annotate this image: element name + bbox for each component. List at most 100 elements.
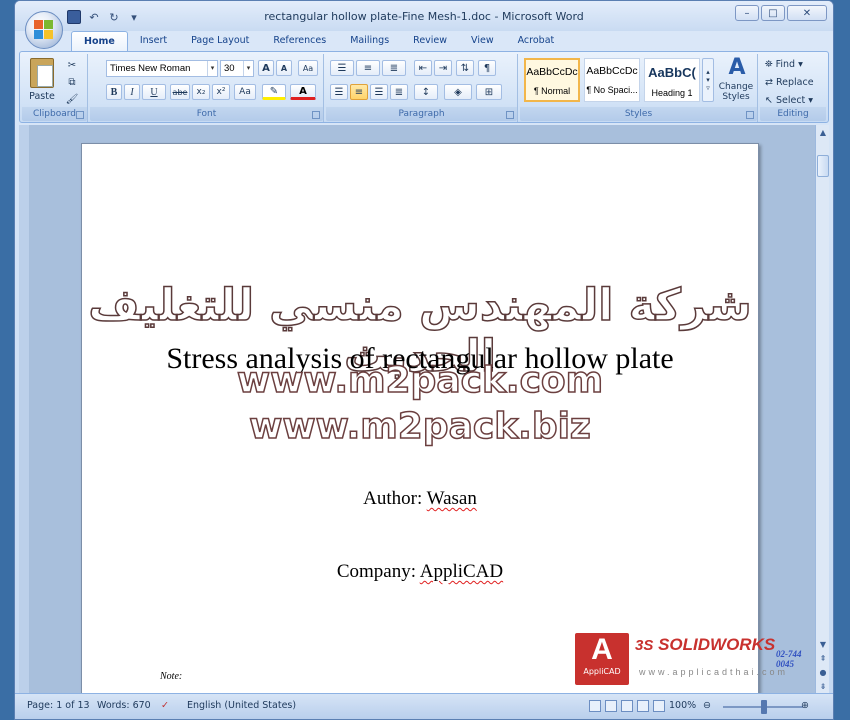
full-screen-reading-icon[interactable] [605, 700, 617, 712]
italic-button[interactable]: I [124, 84, 140, 100]
zoom-knob[interactable] [761, 700, 767, 714]
font-launcher-icon[interactable] [312, 111, 320, 119]
tab-acrobat[interactable]: Acrobat [506, 31, 567, 51]
styles-launcher-icon[interactable] [746, 111, 754, 119]
previous-page-icon[interactable]: ⇞ [816, 651, 830, 665]
tab-review[interactable]: Review [401, 31, 459, 51]
change-styles-icon[interactable]: A [718, 55, 756, 80]
paste-icon[interactable] [30, 58, 54, 88]
shading-icon[interactable]: ◈ [444, 84, 472, 100]
draft-icon[interactable] [653, 700, 665, 712]
tab-view[interactable]: View [459, 31, 506, 51]
line-spacing-icon[interactable]: ↕ [414, 84, 438, 100]
grow-font-button[interactable]: A [258, 60, 274, 76]
sort-icon[interactable]: ⇅ [456, 60, 474, 76]
chevron-down-icon[interactable]: ▾ [207, 61, 217, 76]
scroll-down-icon[interactable]: ▼ [816, 637, 830, 651]
replace-button[interactable]: ⇄ Replace [764, 74, 822, 90]
font-name-value: Times New Roman [110, 63, 191, 74]
shrink-font-button[interactable]: A [276, 60, 292, 76]
copy-icon[interactable]: ⧉ [64, 74, 80, 90]
change-case-button[interactable]: Aa [234, 84, 256, 100]
tab-page-layout[interactable]: Page Layout [179, 31, 261, 51]
logo-url: www.applicadthai.com [639, 667, 789, 677]
proofing-icon[interactable]: ✓ [161, 700, 169, 711]
numbering-icon[interactable]: ≡ [356, 60, 380, 76]
cursor-icon: ↖ [765, 94, 773, 106]
chevron-down-icon[interactable]: ▾ [243, 61, 253, 76]
zoom-level[interactable]: 100% [669, 700, 696, 711]
window-title: rectangular hollow plate-Fine Mesh-1.doc… [264, 10, 584, 23]
minimize-button[interactable]: – [735, 5, 759, 21]
style-sample: AaBbCcDc [586, 65, 638, 77]
superscript-button[interactable]: x² [212, 84, 230, 100]
word-window: ↶ ↻ ▾ rectangular hollow plate-Fine Mesh… [14, 0, 834, 720]
document-area: شركة المهندس منسي للتغليف الحديث Stress … [19, 125, 817, 703]
author-name: Wasan [426, 488, 477, 509]
increase-indent-icon[interactable]: ⇥ [434, 60, 452, 76]
font-color-icon[interactable]: A [290, 84, 316, 100]
paste-button[interactable]: Paste [24, 88, 60, 104]
font-size-field[interactable]: 30 ▾ [220, 60, 254, 77]
scroll-up-icon[interactable]: ▲ [816, 125, 830, 139]
align-center-icon[interactable]: ≡ [350, 84, 368, 100]
show-marks-button[interactable]: ¶ [478, 60, 496, 76]
highlight-icon[interactable]: ✎ [262, 84, 286, 100]
select-button[interactable]: ↖ Select ▾ [764, 92, 822, 108]
word-count[interactable]: Words: 670 [97, 700, 151, 711]
style-heading-1[interactable]: AaBbC( Heading 1 [644, 58, 700, 102]
align-right-icon[interactable]: ☰ [370, 84, 388, 100]
replace-label: Replace [775, 76, 814, 88]
tab-insert[interactable]: Insert [128, 31, 179, 51]
multilevel-list-icon[interactable]: ≣ [382, 60, 406, 76]
company-line: Company: AppliCAD [82, 561, 758, 583]
next-page-icon[interactable]: ⇟ [816, 679, 830, 693]
browse-object-icon[interactable]: ● [816, 665, 830, 679]
ds-logo-icon: 3S [635, 637, 654, 654]
zoom-in-icon[interactable]: ⊕ [801, 700, 809, 711]
paragraph-launcher-icon[interactable] [506, 111, 514, 119]
justify-icon[interactable]: ≣ [390, 84, 408, 100]
solidworks-logo-text: SOLIDWORKS [658, 635, 776, 654]
clear-formatting-button[interactable]: Aa [298, 60, 318, 76]
subscript-button[interactable]: x₂ [192, 84, 210, 100]
font-name-field[interactable]: Times New Roman ▾ [106, 60, 218, 77]
bold-button[interactable]: B [106, 84, 122, 100]
font-group: Times New Roman ▾ 30 ▾ A A Aa B I U abe … [90, 54, 324, 122]
vertical-scrollbar[interactable]: ▲ ▼ ⇞ ● ⇟ [815, 125, 829, 693]
vertical-ruler [19, 125, 29, 693]
outline-icon[interactable] [637, 700, 649, 712]
maximize-button[interactable]: □ [761, 5, 785, 21]
page-count[interactable]: Page: 1 of 13 [27, 700, 90, 711]
print-layout-icon[interactable] [589, 700, 601, 712]
status-bar: Page: 1 of 13 Words: 670 ✓ English (Unit… [15, 693, 833, 719]
format-painter-icon[interactable]: 🖌 [64, 91, 80, 107]
strikethrough-button[interactable]: abe [170, 84, 190, 100]
language-indicator[interactable]: English (United States) [187, 700, 296, 711]
close-button[interactable]: ✕ [787, 5, 827, 21]
styles-scroll-icon[interactable]: ▴ ▾ ▿ [702, 58, 714, 102]
document-page[interactable]: شركة المهندس منسي للتغليف الحديث Stress … [81, 143, 759, 703]
tab-home[interactable]: Home [71, 31, 128, 51]
borders-icon[interactable]: ⊞ [476, 84, 502, 100]
zoom-out-icon[interactable]: ⊖ [703, 700, 711, 711]
decrease-indent-icon[interactable]: ⇤ [414, 60, 432, 76]
cut-icon[interactable]: ✂ [64, 57, 80, 73]
align-left-icon[interactable]: ☰ [330, 84, 348, 100]
chevron-down-icon: ▾ [808, 94, 814, 106]
change-styles-button[interactable]: Change Styles [714, 81, 758, 103]
web-layout-icon[interactable] [621, 700, 633, 712]
scroll-thumb[interactable] [817, 155, 829, 177]
clipboard-launcher-icon[interactable] [76, 111, 84, 119]
style-name: Heading 1 [651, 88, 693, 98]
office-button[interactable] [25, 11, 63, 49]
ribbon-tabs: Home Insert Page Layout References Maili… [71, 31, 566, 51]
bullets-icon[interactable]: ☰ [330, 60, 354, 76]
find-button[interactable]: ⛯ Find ▾ [764, 56, 822, 72]
font-size-value: 30 [224, 63, 235, 74]
style-normal[interactable]: AaBbCcDc ¶ Normal [524, 58, 580, 102]
tab-mailings[interactable]: Mailings [338, 31, 401, 51]
style-no-spacing[interactable]: AaBbCcDc ¶ No Spaci... [584, 58, 640, 102]
underline-button[interactable]: U [142, 84, 166, 100]
tab-references[interactable]: References [261, 31, 338, 51]
